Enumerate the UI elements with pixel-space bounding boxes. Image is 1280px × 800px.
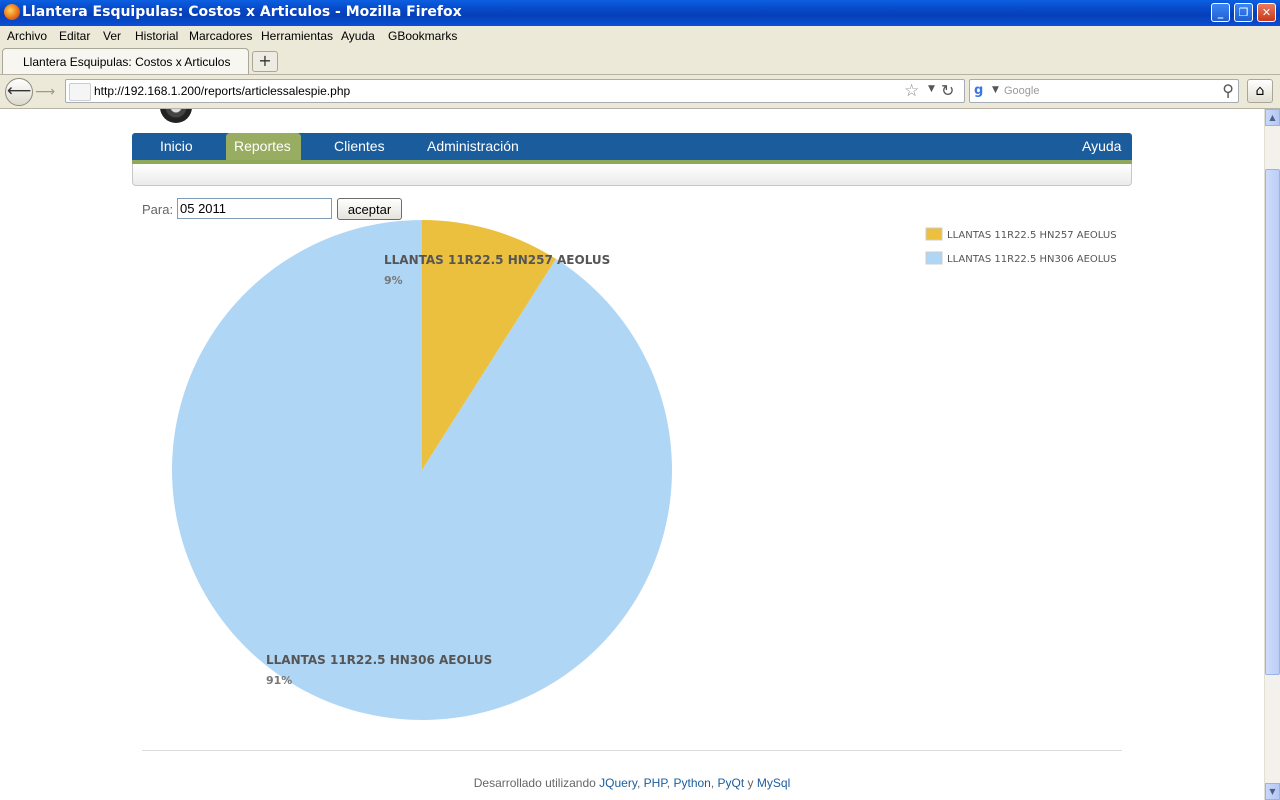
minimize-button[interactable]: _ — [1211, 3, 1230, 22]
page-content: Inicio Reportes Clientes Administración … — [0, 109, 1264, 800]
maximize-button[interactable]: ❐ — [1234, 3, 1253, 22]
tab-current[interactable]: Llantera Esquipulas: Costos x Articulos — [2, 48, 249, 74]
url-bar[interactable]: http://192.168.1.200/reports/articlessal… — [65, 79, 965, 103]
scrollbar-thumb[interactable] — [1265, 169, 1280, 675]
footer-sep: , — [666, 776, 671, 790]
window-title: Llantera Esquipulas: Costos x Articulos … — [22, 4, 462, 20]
legend-swatch — [925, 227, 943, 241]
new-tab-button[interactable]: + — [252, 51, 278, 72]
reload-icon[interactable]: ↻ — [941, 81, 954, 100]
footer-link-jquery[interactable]: JQuery — [599, 776, 637, 790]
menu-bar: Archivo Editar Ver Historial Marcadores … — [0, 26, 1280, 46]
legend-label: LLANTAS 11R22.5 HN257 AEOLUS — [947, 230, 1117, 241]
slice-percent: 91% — [266, 674, 292, 687]
footer-sep: y — [747, 776, 754, 790]
back-button[interactable]: ⟵ — [5, 78, 33, 106]
footer-link-mysql[interactable]: MySql — [757, 776, 790, 790]
chevron-down-icon[interactable]: ▼ — [928, 84, 935, 94]
close-button[interactable]: ✕ — [1257, 3, 1276, 22]
legend-label: LLANTAS 11R22.5 HN306 AEOLUS — [947, 254, 1117, 265]
footer-sep: , — [636, 776, 641, 790]
footer: Desarrollado utilizando JQuery, PHP, Pyt… — [0, 776, 1264, 790]
search-input[interactable]: Google — [1004, 85, 1039, 97]
menu-archivo[interactable]: Archivo — [7, 29, 47, 43]
search-engine-dropdown-icon[interactable]: ▼ — [992, 85, 999, 95]
menu-historial[interactable]: Historial — [135, 29, 178, 43]
menu-editar[interactable]: Editar — [59, 29, 90, 43]
navigation-toolbar: ⟵ ⟶ http://192.168.1.200/reports/article… — [0, 75, 1280, 109]
google-icon[interactable]: g — [974, 83, 989, 98]
home-button[interactable]: ⌂ — [1247, 79, 1273, 103]
firefox-icon — [4, 4, 20, 20]
footer-sep: , — [710, 776, 715, 790]
bookmark-star-icon[interactable]: ☆ — [904, 81, 919, 101]
forward-button[interactable]: ⟶ — [34, 82, 56, 102]
footer-divider — [142, 750, 1122, 751]
slice-label: LLANTAS 11R22.5 HN257 AEOLUS — [384, 253, 610, 267]
menu-herramientas[interactable]: Herramientas — [261, 29, 333, 43]
scroll-down-arrow-icon[interactable]: ▼ — [1265, 783, 1280, 800]
url-text[interactable]: http://192.168.1.200/reports/articlessal… — [94, 84, 350, 98]
tab-title: Llantera Esquipulas: Costos x Articulos — [23, 55, 231, 69]
search-icon[interactable]: ⚲ — [1222, 81, 1234, 100]
slice-percent: 9% — [384, 274, 403, 287]
menu-gbookmarks[interactable]: GBookmarks — [388, 29, 457, 43]
tab-strip: Llantera Esquipulas: Costos x Articulos … — [0, 46, 1280, 75]
site-identity-icon[interactable] — [69, 83, 91, 101]
scroll-up-arrow-icon[interactable]: ▲ — [1265, 109, 1280, 126]
pie-chart: LLANTAS 11R22.5 HN257 AEOLUS 9% LLANTAS 11… — [172, 220, 1117, 721]
window-title-bar: Llantera Esquipulas: Costos x Articulos … — [0, 0, 1280, 26]
menu-ver[interactable]: Ver — [103, 29, 121, 43]
vertical-scrollbar[interactable]: ▲ ▼ — [1264, 109, 1280, 800]
slice-label: LLANTAS 11R22.5 HN306 AEOLUS — [266, 653, 492, 667]
footer-link-php[interactable]: PHP — [644, 776, 667, 790]
menu-ayuda[interactable]: Ayuda — [341, 29, 375, 43]
footer-link-python[interactable]: Python — [673, 776, 710, 790]
footer-prefix: Desarrollado utilizando — [473, 776, 596, 790]
legend-swatch — [925, 251, 943, 265]
search-bar[interactable]: g ▼ Google ⚲ — [969, 79, 1239, 103]
menu-marcadores[interactable]: Marcadores — [189, 29, 252, 43]
footer-link-pyqt[interactable]: PyQt — [718, 776, 745, 790]
